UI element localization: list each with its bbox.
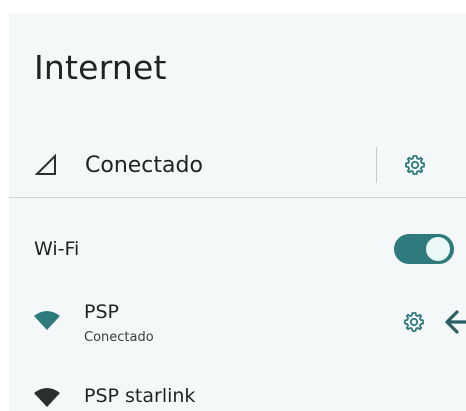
section-divider: [9, 197, 466, 198]
wifi-icon: [34, 311, 60, 330]
internet-panel: Internet Conectado Wi-Fi PSP Conectado P…: [9, 13, 466, 411]
mobile-network-row[interactable]: Conectado: [9, 129, 466, 199]
wifi-icon: [34, 388, 60, 407]
gear-icon[interactable]: [402, 310, 426, 334]
vertical-divider: [376, 147, 377, 183]
toggle-knob: [426, 237, 450, 261]
page-title: Internet: [34, 48, 167, 87]
gear-icon[interactable]: [403, 153, 427, 177]
mobile-network-status: Conectado: [85, 153, 203, 178]
wifi-toggle[interactable]: [394, 234, 454, 264]
network-status: Conectado: [84, 330, 154, 345]
arrow-left-icon: [445, 310, 466, 334]
cell-signal-icon: [35, 154, 56, 175]
wifi-label: Wi-Fi: [34, 238, 80, 260]
network-name: PSP: [84, 301, 119, 323]
network-name: PSP starlink: [84, 385, 196, 407]
